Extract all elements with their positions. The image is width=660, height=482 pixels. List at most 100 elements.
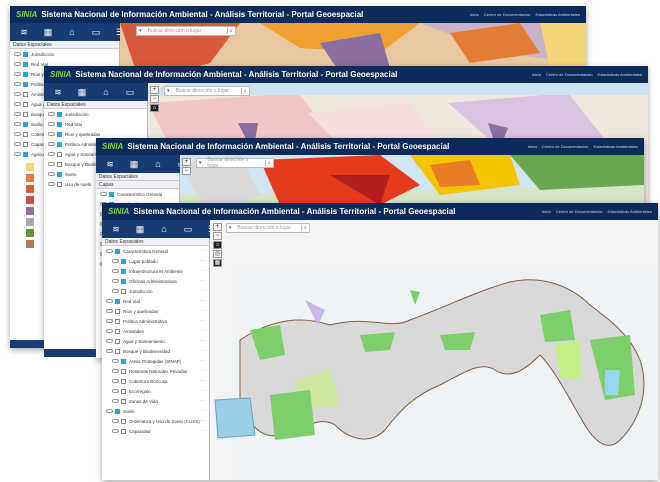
link-stats[interactable]: Estadísticas Ambientales bbox=[608, 209, 652, 214]
link-docs[interactable]: Centro de Documentación bbox=[484, 12, 530, 17]
book-icon[interactable]: ▭ bbox=[90, 27, 102, 38]
book-icon[interactable]: ▭ bbox=[182, 224, 194, 235]
layer-item[interactable]: Lugar poblado ⋯ bbox=[102, 256, 209, 266]
layer-item[interactable]: Infraestructura M Ambiente ⋯ bbox=[102, 266, 209, 276]
layer-item[interactable]: Jurisdicción bbox=[44, 109, 147, 119]
more-icon: ⋯ bbox=[200, 358, 206, 363]
layer-item[interactable]: Amistades ⋯ bbox=[102, 326, 209, 336]
link-docs[interactable]: Centro de Documentación bbox=[556, 209, 602, 214]
logo: SINIA bbox=[16, 10, 38, 19]
more-icon: ⋯ bbox=[200, 318, 206, 323]
search-icon[interactable]: ⌕ bbox=[264, 160, 273, 166]
home-icon[interactable]: ⌂ bbox=[150, 104, 159, 112]
more-icon: ⋯ bbox=[200, 328, 206, 333]
search-bar-2[interactable]: ▾ Buscar dirección o lugar ⌕ bbox=[164, 86, 250, 96]
grid-icon[interactable]: ▦ bbox=[76, 87, 88, 98]
more-icon: ⋯ bbox=[200, 298, 206, 303]
zoom-in-icon[interactable]: + bbox=[182, 158, 191, 166]
search-bar-4[interactable]: ▾ Buscar dirección o lugar ⌕ bbox=[226, 223, 310, 233]
search-icon[interactable]: ⌕ bbox=[240, 88, 249, 94]
panel-title: Datos Espaciales bbox=[44, 101, 147, 109]
search-bar-1[interactable]: ▾ Buscar dirección o lugar ⌕ bbox=[136, 26, 236, 36]
layer-item[interactable]: Suelo ⋯ bbox=[102, 406, 209, 416]
layer-item[interactable]: Política Administrativa ⋯ bbox=[102, 316, 209, 326]
layer-item[interactable]: Jurisdicción ⋯ bbox=[102, 286, 209, 296]
zoom-out-icon[interactable]: − bbox=[213, 232, 222, 240]
layer-item[interactable]: Capacidad ⋯ bbox=[102, 426, 209, 436]
layer-item[interactable]: Jurisdicción bbox=[10, 49, 119, 59]
link-inicio[interactable]: Inicio bbox=[528, 144, 537, 149]
link-stats[interactable]: Estadísticas Ambientales bbox=[536, 12, 580, 17]
footer-bar-1 bbox=[10, 340, 44, 348]
search-input[interactable]: Buscar dirección o lugar bbox=[233, 225, 300, 231]
layer-item[interactable]: Agua y Saneamiento ⋯ bbox=[102, 336, 209, 346]
locate-icon[interactable]: ◎ bbox=[213, 250, 222, 258]
link-docs[interactable]: Centro de Documentación bbox=[542, 144, 588, 149]
map-view[interactable] bbox=[210, 220, 658, 480]
more-icon: ⋯ bbox=[200, 398, 206, 403]
layer-item[interactable]: Ecorregión ⋯ bbox=[102, 386, 209, 396]
layers-icon[interactable]: ≋ bbox=[18, 27, 30, 38]
more-icon: ⋯ bbox=[200, 368, 206, 373]
search-input[interactable]: Buscar dirección o lugar bbox=[203, 157, 265, 169]
home-icon[interactable]: ⌂ bbox=[100, 87, 112, 97]
layer-item[interactable]: Oficinas Administrativas ⋯ bbox=[102, 276, 209, 286]
search-input[interactable]: Buscar dirección o lugar bbox=[171, 88, 240, 94]
grid-icon[interactable]: ▦ bbox=[42, 27, 54, 38]
home-icon[interactable]: ⌂ bbox=[152, 159, 164, 169]
layer-item[interactable]: Reservas Naturales Privadas ⋯ bbox=[102, 366, 209, 376]
layers-icon[interactable]: ≋ bbox=[104, 159, 116, 170]
header: SINIA Sistema Nacional de Información Amb… bbox=[10, 6, 586, 23]
more-icon: ⋯ bbox=[200, 268, 206, 273]
panel-title: Datos Espaciales bbox=[10, 41, 119, 49]
capas-title: Capas bbox=[96, 181, 179, 189]
layer-item[interactable]: Red Vial bbox=[44, 119, 147, 129]
more-icon: ⋯ bbox=[200, 408, 206, 413]
search-bar-3[interactable]: ▾ Buscar dirección o lugar ⌕ bbox=[196, 157, 274, 169]
home-icon[interactable]: ⌂ bbox=[66, 27, 78, 37]
link-inicio[interactable]: Inicio bbox=[532, 72, 541, 77]
layer-item[interactable]: Áreas Protegidas (SINAP) ⋯ bbox=[102, 356, 209, 366]
layer-item[interactable]: Zonas de Vida ⋯ bbox=[102, 396, 209, 406]
link-stats[interactable]: Estadísticas Ambientales bbox=[594, 144, 638, 149]
link-inicio[interactable]: Inicio bbox=[470, 12, 479, 17]
zoom-in-icon[interactable]: + bbox=[150, 86, 159, 94]
layer-item[interactable]: Ordenanza y Uso de Suelo (CUSS) ⋯ bbox=[102, 416, 209, 426]
basemap-icon[interactable]: ▦ bbox=[213, 259, 222, 267]
more-icon: ⋯ bbox=[200, 338, 206, 343]
book-icon[interactable]: ▭ bbox=[124, 87, 136, 98]
layer-item[interactable]: Bosque y Biodiversidad ⋯ bbox=[102, 346, 209, 356]
zoom-controls-3: + − bbox=[182, 158, 191, 175]
layers-icon[interactable]: ≋ bbox=[110, 224, 122, 235]
window-4: SINIA Sistema Nacional de Información Amb… bbox=[102, 203, 658, 480]
logo: SINIA bbox=[102, 142, 124, 151]
layer-item[interactable]: Característica General bbox=[96, 189, 179, 199]
header: SINIA Sistema Nacional de Información Amb… bbox=[44, 66, 648, 83]
zoom-controls-4: + − ⌂ ◎ ▦ bbox=[213, 223, 222, 267]
more-icon: ⋯ bbox=[200, 348, 206, 353]
link-docs[interactable]: Centro de Documentación bbox=[546, 72, 592, 77]
search-icon[interactable]: ⌕ bbox=[300, 225, 309, 231]
panel-title: Datos Espaciales bbox=[102, 238, 209, 246]
layer-item[interactable]: Red Vial ⋯ bbox=[102, 296, 209, 306]
app-title: Sistema Nacional de Información Ambienta… bbox=[133, 207, 456, 216]
header: SINIA Sistema Nacional de Información Amb… bbox=[96, 138, 644, 155]
zoom-out-icon[interactable]: − bbox=[182, 167, 191, 175]
search-icon[interactable]: ⌕ bbox=[226, 28, 235, 34]
link-stats[interactable]: Estadísticas Ambientales bbox=[598, 72, 642, 77]
layers-icon[interactable]: ≋ bbox=[52, 87, 64, 98]
more-icon: ⋯ bbox=[200, 248, 206, 253]
footer-bar-2 bbox=[44, 349, 96, 357]
layer-item[interactable]: Característica General ⋯ bbox=[102, 246, 209, 256]
more-icon: ⋯ bbox=[200, 278, 206, 283]
layer-item[interactable]: Cobertura Boscosa ⋯ bbox=[102, 376, 209, 386]
zoom-out-icon[interactable]: − bbox=[150, 95, 159, 103]
home-icon[interactable]: ⌂ bbox=[158, 224, 170, 234]
zoom-in-icon[interactable]: + bbox=[213, 223, 222, 231]
search-input[interactable]: Buscar dirección o lugar bbox=[144, 28, 227, 34]
grid-icon[interactable]: ▦ bbox=[128, 159, 140, 170]
grid-icon[interactable]: ▦ bbox=[134, 224, 146, 235]
layer-item[interactable]: Ríos y quebradas ⋯ bbox=[102, 306, 209, 316]
home-icon[interactable]: ⌂ bbox=[213, 241, 222, 249]
link-inicio[interactable]: Inicio bbox=[542, 209, 551, 214]
